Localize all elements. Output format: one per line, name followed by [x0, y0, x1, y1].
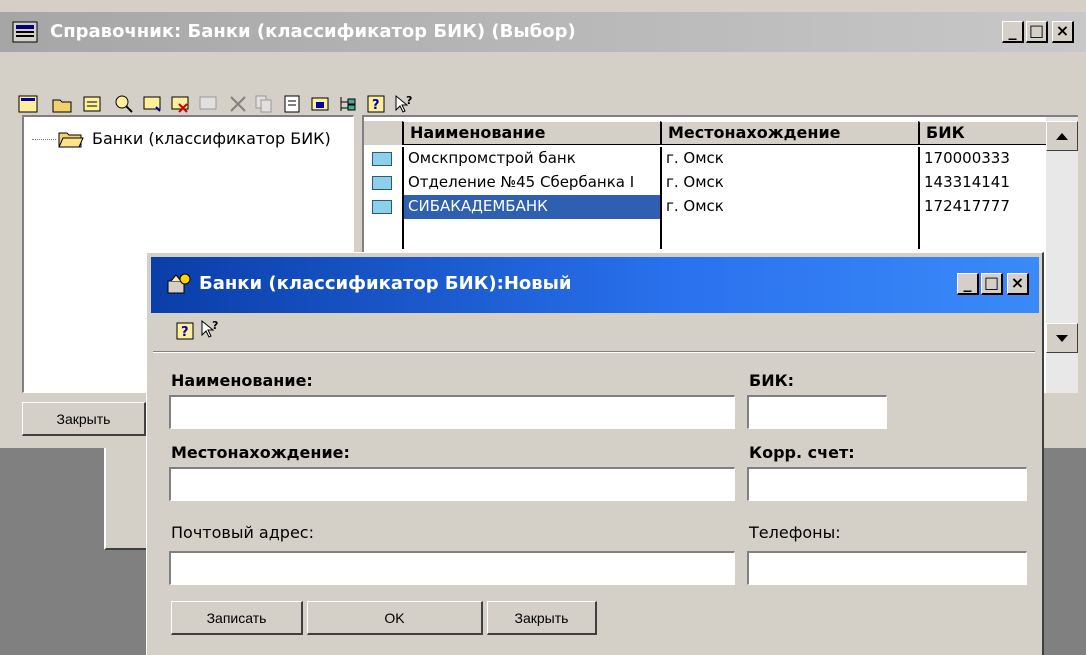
- grid-header-name[interactable]: Наименование: [402, 121, 660, 145]
- main-minimize-button[interactable]: _: [1002, 21, 1024, 43]
- copy-disabled-icon: [196, 92, 220, 116]
- dialog-close-button-bottom[interactable]: Закрыть: [487, 601, 597, 635]
- catalog-icon: [12, 21, 38, 43]
- main-close-button[interactable]: ×: [1052, 21, 1074, 43]
- row-location: г. Омск: [660, 171, 918, 195]
- hierarchy-icon[interactable]: [336, 92, 360, 116]
- row-name-empty: [402, 219, 660, 249]
- location-label: Местонахождение:: [171, 443, 350, 462]
- ok-button-label: OK: [384, 609, 405, 626]
- row-name: Омскпромстрой банк: [402, 147, 660, 171]
- row-name: Отделение №45 Сбербанка I: [402, 171, 660, 195]
- table-row[interactable]: СИБАКАДЕМБАНК г. Омск 172417777: [364, 195, 1046, 219]
- main-close-label: Закрыть: [56, 410, 111, 427]
- grid-corner: [364, 121, 402, 145]
- properties-icon[interactable]: [280, 92, 304, 116]
- svg-text:?: ?: [181, 325, 189, 340]
- folder-icon: [372, 200, 392, 214]
- dialog-minimize-button[interactable]: _: [957, 273, 979, 295]
- edit-icon[interactable]: [140, 92, 164, 116]
- row-bik: 143314141: [918, 171, 1046, 195]
- scroll-down-button[interactable]: [1046, 323, 1078, 353]
- main-maximize-button[interactable]: □: [1026, 21, 1048, 43]
- grid-scrollbar[interactable]: [1046, 117, 1078, 393]
- dialog-context-help-icon[interactable]: ?: [199, 319, 221, 344]
- corr-account-field[interactable]: [747, 467, 1027, 501]
- row-location: г. Омск: [660, 147, 918, 171]
- save-button-label: Записать: [206, 609, 267, 626]
- location-field[interactable]: [169, 467, 735, 501]
- name-label: Наименование:: [171, 371, 313, 390]
- dialog-close-button[interactable]: ×: [1007, 273, 1029, 295]
- catalog-toolbar-icon[interactable]: [16, 92, 40, 116]
- context-help-icon[interactable]: ?: [392, 92, 416, 116]
- svg-text:?: ?: [406, 94, 412, 107]
- tree-connector: [32, 139, 56, 140]
- name-field[interactable]: [169, 395, 735, 429]
- folder-icon: [372, 152, 392, 166]
- bank-form-icon: [165, 273, 191, 298]
- dialog-title: Банки (классификатор БИК):Новый: [199, 273, 572, 294]
- delete-icon[interactable]: [168, 92, 192, 116]
- main-toolbar: ? ?: [0, 52, 1086, 113]
- main-title-bar[interactable]: Справочник: Банки (классификатор БИК) (В…: [0, 12, 1086, 52]
- tree-root-label[interactable]: Банки (классификатор БИК): [92, 129, 331, 148]
- folder-icon: [372, 176, 392, 190]
- grid-header-bik[interactable]: БИК: [918, 121, 1046, 145]
- dialog-maximize-button[interactable]: □: [981, 273, 1003, 295]
- scroll-up-button[interactable]: [1046, 121, 1078, 151]
- bik-field[interactable]: [747, 395, 887, 429]
- dialog-toolbar-divider: [153, 351, 1035, 353]
- bik-label: БИК:: [749, 371, 795, 390]
- phones-label: Телефоны:: [749, 523, 841, 542]
- new-bank-dialog: Банки (классификатор БИК):Новый _ □ × ? …: [146, 252, 1044, 655]
- ok-button[interactable]: OK: [307, 601, 483, 635]
- row-bik: 170000333: [918, 147, 1046, 171]
- dialog-close-label: Закрыть: [514, 609, 569, 626]
- print-icon[interactable]: [308, 92, 332, 116]
- row-name-selected: СИБАКАДЕМБАНК: [402, 195, 660, 219]
- table-row[interactable]: Омскпромстрой банк г. Омск 170000333: [364, 147, 1046, 171]
- row-bik: 172417777: [918, 195, 1046, 219]
- row-location-empty: [660, 219, 918, 249]
- table-row[interactable]: Отделение №45 Сбербанка I г. Омск 143314…: [364, 171, 1046, 195]
- help-icon[interactable]: ?: [364, 92, 388, 116]
- svg-text:?: ?: [212, 319, 218, 332]
- arrow-up-icon: [1056, 132, 1068, 140]
- find-icon[interactable]: [112, 92, 136, 116]
- save-button[interactable]: Записать: [171, 601, 303, 635]
- corr-account-label: Корр. счет:: [749, 443, 855, 462]
- duplicate-icon: [252, 92, 276, 116]
- postal-address-field[interactable]: [169, 551, 735, 585]
- row-location: г. Омск: [660, 195, 918, 219]
- grid-header-location[interactable]: Местонахождение: [660, 121, 918, 145]
- main-close-button-bottom[interactable]: Закрыть: [22, 402, 146, 436]
- main-window-title: Справочник: Банки (классификатор БИК) (В…: [50, 21, 576, 42]
- mark-icon[interactable]: [226, 92, 250, 116]
- dialog-help-icon[interactable]: ?: [175, 321, 195, 344]
- arrow-down-icon: [1056, 334, 1068, 342]
- folder-open-icon: [58, 129, 84, 152]
- postal-address-label: Почтовый адрес:: [171, 523, 314, 542]
- phones-field[interactable]: [747, 551, 1027, 585]
- table-row-empty[interactable]: [364, 219, 1046, 249]
- svg-text:?: ?: [372, 98, 380, 113]
- folder-toolbar-icon[interactable]: [50, 92, 74, 116]
- underlying-frame: [104, 448, 148, 550]
- new-item-icon[interactable]: [80, 92, 104, 116]
- dialog-title-bar[interactable]: Банки (классификатор БИК):Новый _ □ ×: [151, 257, 1039, 313]
- row-bik-empty: [918, 219, 1046, 249]
